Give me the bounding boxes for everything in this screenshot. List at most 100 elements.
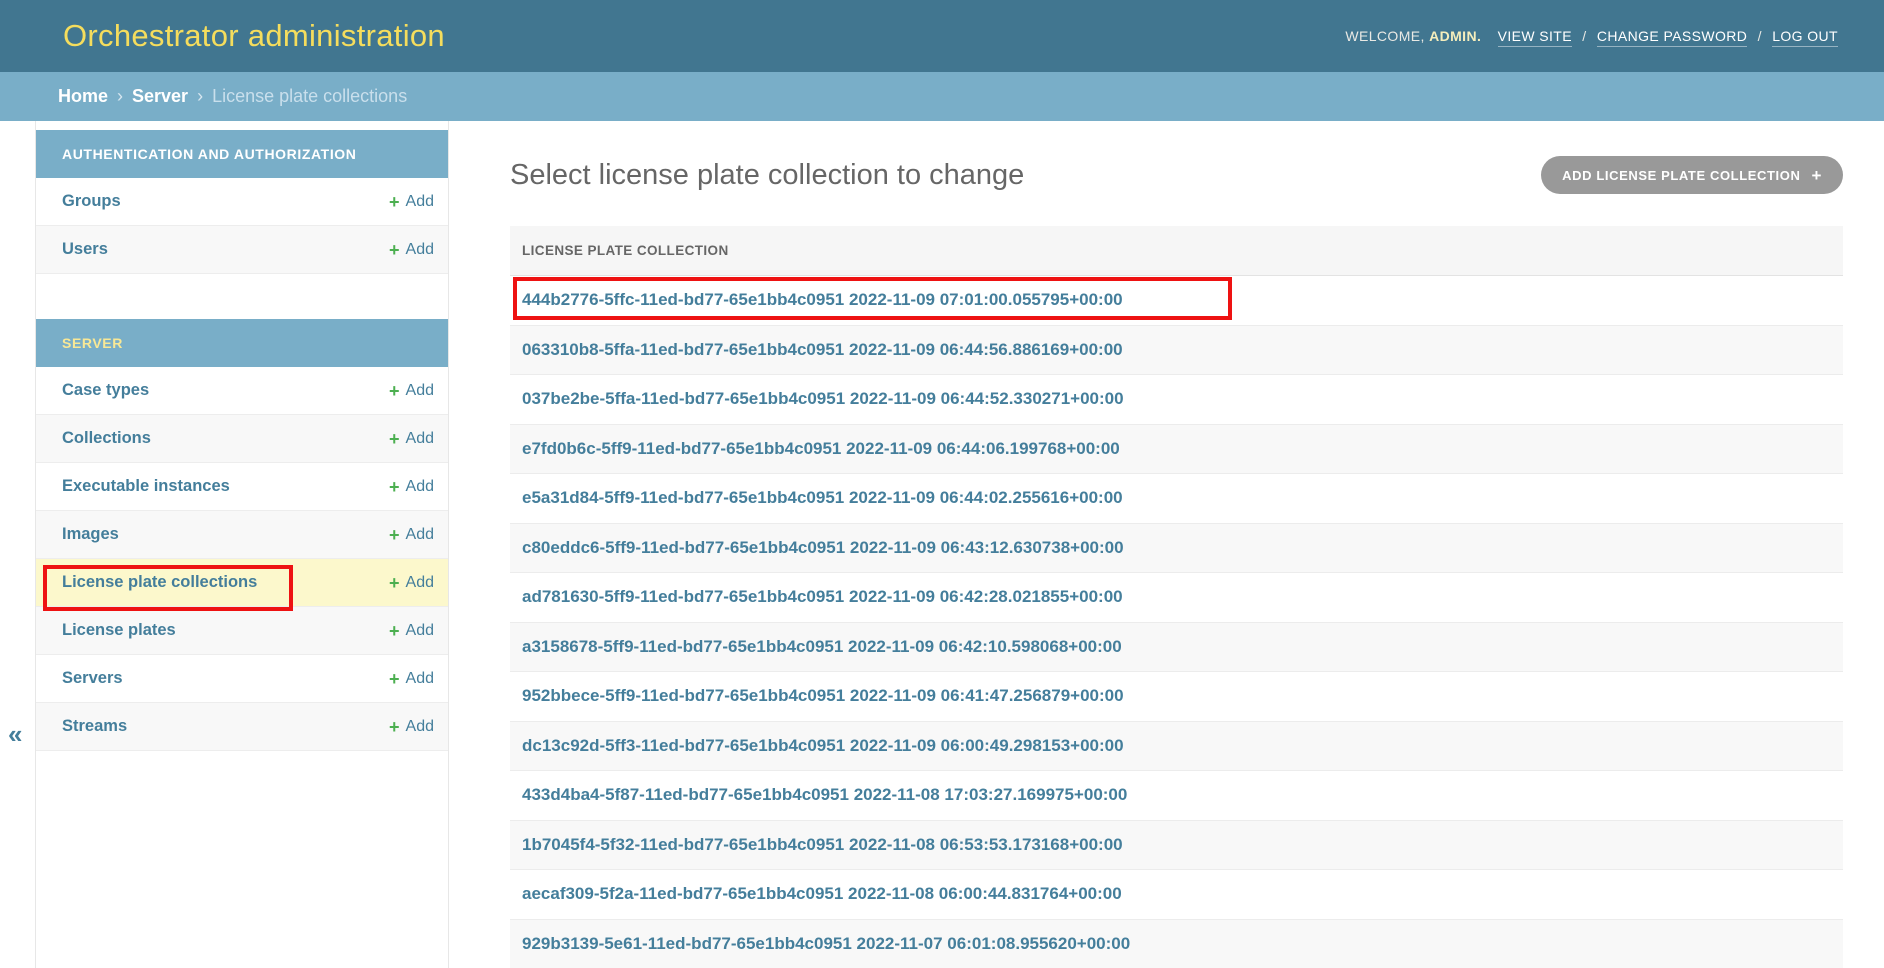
add-label: Add [406,622,434,640]
add-label: Add [406,718,434,736]
add-streams-link[interactable]: + Add [389,718,434,736]
page-title: Select license plate collection to chang… [510,159,1024,192]
add-label: Add [406,670,434,688]
plus-icon: + [389,478,400,496]
collection-link[interactable]: e5a31d84-5ff9-11ed-bd77-65e1bb4c0951 202… [522,488,1123,508]
servers-link[interactable]: Servers [62,669,123,688]
breadcrumb-separator: › [117,86,123,107]
sidebar-collapse-icon[interactable]: « [8,721,22,747]
log-out-link[interactable]: LOG OUT [1772,28,1838,47]
collection-link[interactable]: ad781630-5ff9-11ed-bd77-65e1bb4c0951 202… [522,587,1123,607]
sidebar-toggle-strip: « [0,121,36,968]
users-link[interactable]: Users [62,240,108,259]
table-row[interactable]: 037be2be-5ffa-11ed-bd77-65e1bb4c0951 202… [510,375,1843,425]
streams-link[interactable]: Streams [62,717,127,736]
table-row[interactable]: e7fd0b6c-5ff9-11ed-bd77-65e1bb4c0951 202… [510,425,1843,475]
nav-module-server: SERVER Case types + Add Collections + Ad… [36,319,448,751]
table-row[interactable]: aecaf309-5f2a-11ed-bd77-65e1bb4c0951 202… [510,870,1843,920]
welcome-text: WELCOME, [1345,28,1424,44]
table-row[interactable]: c80eddc6-5ff9-11ed-bd77-65e1bb4c0951 202… [510,524,1843,574]
collection-link[interactable]: 063310b8-5ffa-11ed-bd77-65e1bb4c0951 202… [522,340,1123,360]
plus-icon: + [389,382,400,400]
breadcrumb-server[interactable]: Server [132,86,188,107]
add-label: Add [406,382,434,400]
table-row[interactable]: 1b7045f4-5f32-11ed-bd77-65e1bb4c0951 202… [510,821,1843,871]
collection-link[interactable]: c80eddc6-5ff9-11ed-bd77-65e1bb4c0951 202… [522,538,1124,558]
site-title[interactable]: Orchestrator administration [63,18,445,54]
groups-link[interactable]: Groups [62,192,121,211]
breadcrumb-current: License plate collections [212,86,407,107]
add-license-plate-collections-link[interactable]: + Add [389,574,434,592]
add-license-plates-link[interactable]: + Add [389,622,434,640]
table-header-row: LICENSE PLATE COLLECTION [510,226,1843,276]
sidebar-item-images[interactable]: Images + Add [36,511,448,559]
plus-icon: + [389,574,400,592]
collection-link[interactable]: 444b2776-5ffc-11ed-bd77-65e1bb4c0951 202… [522,290,1123,310]
username: ADMIN. [1429,28,1481,44]
sidebar-item-servers[interactable]: Servers + Add [36,655,448,703]
plus-icon: + [389,718,400,736]
collection-link[interactable]: 037be2be-5ffa-11ed-bd77-65e1bb4c0951 202… [522,389,1124,409]
add-groups-link[interactable]: + Add [389,193,434,211]
add-case-types-link[interactable]: + Add [389,382,434,400]
add-label: Add [406,526,434,544]
plus-icon: + [389,622,400,640]
changelist-table: LICENSE PLATE COLLECTION 444b2776-5ffc-1… [510,226,1843,968]
sidebar-item-license-plates[interactable]: License plates + Add [36,607,448,655]
add-label: Add [406,193,434,211]
column-header-license-plate-collection[interactable]: LICENSE PLATE COLLECTION [522,243,729,258]
sidebar-item-case-types[interactable]: Case types + Add [36,367,448,415]
add-users-link[interactable]: + Add [389,241,434,259]
collection-link[interactable]: dc13c92d-5ff3-11ed-bd77-65e1bb4c0951 202… [522,736,1124,756]
table-row[interactable]: 433d4ba4-5f87-11ed-bd77-65e1bb4c0951 202… [510,771,1843,821]
add-collections-link[interactable]: + Add [389,430,434,448]
add-label: Add [406,241,434,259]
plus-icon: + [389,193,400,211]
sidebar-item-users[interactable]: Users + Add [36,226,448,274]
add-label: Add [406,478,434,496]
table-row[interactable]: e5a31d84-5ff9-11ed-bd77-65e1bb4c0951 202… [510,474,1843,524]
sidebar-item-streams[interactable]: Streams + Add [36,703,448,751]
table-row[interactable]: 952bbece-5ff9-11ed-bd77-65e1bb4c0951 202… [510,672,1843,722]
plus-icon: + [389,670,400,688]
plus-icon: + [1811,167,1822,184]
collections-link[interactable]: Collections [62,429,151,448]
view-site-link[interactable]: VIEW SITE [1498,28,1572,47]
images-link[interactable]: Images [62,525,119,544]
table-row[interactable]: 063310b8-5ffa-11ed-bd77-65e1bb4c0951 202… [510,326,1843,376]
sidebar-item-collections[interactable]: Collections + Add [36,415,448,463]
table-row[interactable]: 444b2776-5ffc-11ed-bd77-65e1bb4c0951 202… [510,276,1843,326]
table-row[interactable]: 929b3139-5e61-11ed-bd77-65e1bb4c0951 202… [510,920,1843,968]
plus-icon: + [389,430,400,448]
table-row[interactable]: a3158678-5ff9-11ed-bd77-65e1bb4c0951 202… [510,623,1843,673]
table-row[interactable]: dc13c92d-5ff3-11ed-bd77-65e1bb4c0951 202… [510,722,1843,772]
main-content: Select license plate collection to chang… [450,121,1884,968]
sidebar-item-groups[interactable]: Groups + Add [36,178,448,226]
collection-link[interactable]: 433d4ba4-5f87-11ed-bd77-65e1bb4c0951 202… [522,785,1127,805]
add-servers-link[interactable]: + Add [389,670,434,688]
add-executable-instances-link[interactable]: + Add [389,478,434,496]
executable-instances-link[interactable]: Executable instances [62,477,230,496]
collection-link[interactable]: 952bbece-5ff9-11ed-bd77-65e1bb4c0951 202… [522,686,1124,706]
add-images-link[interactable]: + Add [389,526,434,544]
nav-caption-server[interactable]: SERVER [36,319,448,367]
add-license-plate-collection-button[interactable]: ADD LICENSE PLATE COLLECTION + [1541,156,1843,194]
table-row[interactable]: ad781630-5ff9-11ed-bd77-65e1bb4c0951 202… [510,573,1843,623]
collection-link[interactable]: 929b3139-5e61-11ed-bd77-65e1bb4c0951 202… [522,934,1130,954]
nav-module-auth: AUTHENTICATION AND AUTHORIZATION Groups … [36,130,448,274]
nav-caption-auth[interactable]: AUTHENTICATION AND AUTHORIZATION [36,130,448,178]
link-separator: / [1758,28,1762,44]
collection-link[interactable]: a3158678-5ff9-11ed-bd77-65e1bb4c0951 202… [522,637,1122,657]
breadcrumb-home[interactable]: Home [58,86,108,107]
collection-link[interactable]: 1b7045f4-5f32-11ed-bd77-65e1bb4c0951 202… [522,835,1123,855]
collection-link[interactable]: e7fd0b6c-5ff9-11ed-bd77-65e1bb4c0951 202… [522,439,1120,459]
sidebar-item-license-plate-collections[interactable]: License plate collections + Add [36,559,448,607]
change-password-link[interactable]: CHANGE PASSWORD [1597,28,1747,47]
license-plates-link[interactable]: License plates [62,621,176,640]
user-tools: WELCOME, ADMIN. VIEW SITE / CHANGE PASSW… [1345,28,1838,44]
add-label: Add [406,430,434,448]
license-plate-collections-link[interactable]: License plate collections [62,573,257,592]
collection-link[interactable]: aecaf309-5f2a-11ed-bd77-65e1bb4c0951 202… [522,884,1122,904]
case-types-link[interactable]: Case types [62,381,149,400]
sidebar-item-executable-instances[interactable]: Executable instances + Add [36,463,448,511]
